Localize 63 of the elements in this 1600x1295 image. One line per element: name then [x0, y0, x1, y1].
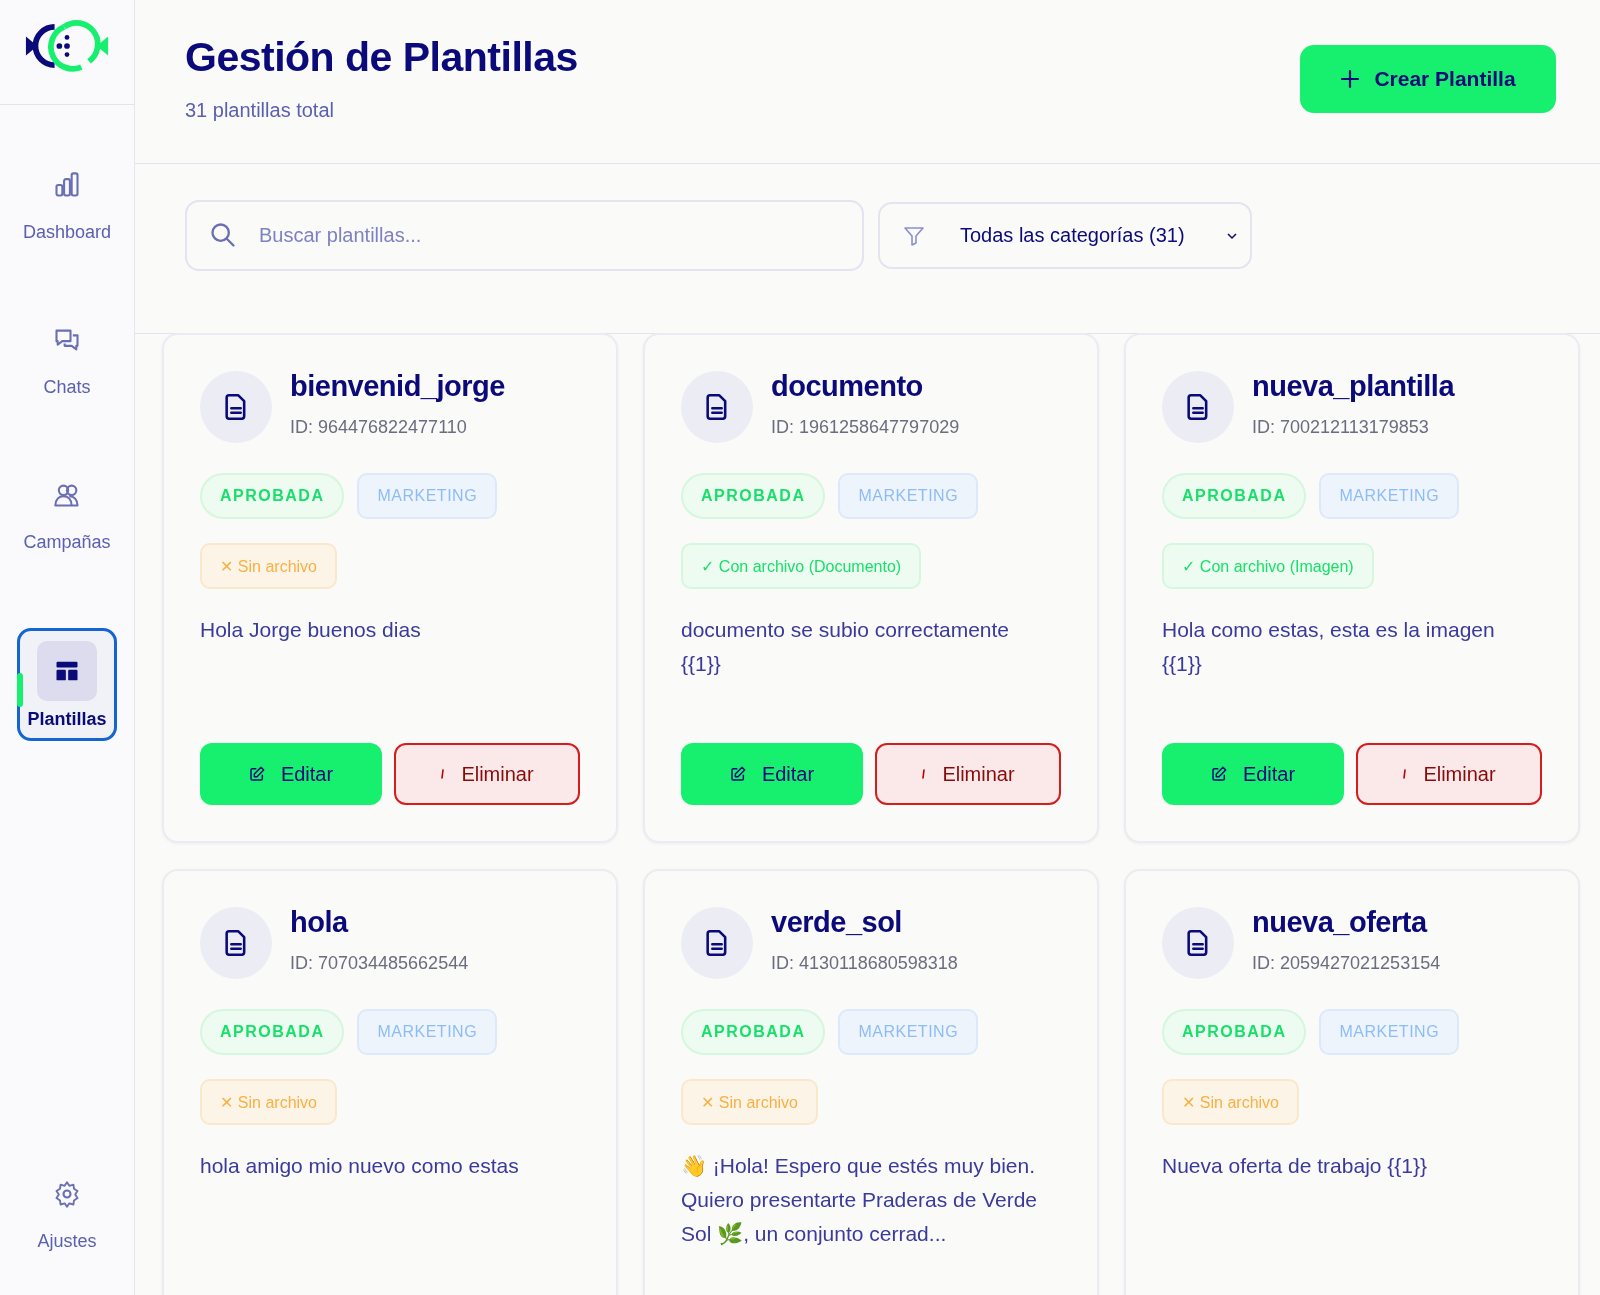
nav-item[interactable]: Dashboard — [17, 163, 117, 250]
template-id: ID: 4130118680598318 — [771, 953, 958, 974]
bar-chart-icon — [53, 171, 81, 199]
page-title: Gestión de Plantillas — [185, 34, 578, 81]
category-badge: MARKETING — [357, 1009, 498, 1055]
edit-icon — [1210, 766, 1227, 782]
file-status-badge: ✕ Sin archivo — [200, 1079, 337, 1125]
template-name: documento — [771, 370, 924, 403]
file-status-badge: ✓ Con archivo (Imagen) — [1162, 543, 1374, 589]
category-badge: MARKETING — [838, 473, 979, 519]
category-badge: MARKETING — [838, 1009, 979, 1055]
edit-icon — [248, 766, 265, 782]
stroke-icon — [440, 768, 446, 780]
template-id: ID: 2059427021253154 — [1252, 953, 1441, 974]
template-name: nueva_plantilla — [1252, 370, 1454, 403]
category-badge: MARKETING — [1319, 473, 1460, 519]
search-icon — [209, 221, 237, 249]
status-badge: APROBADA — [681, 1009, 826, 1055]
stroke-icon — [921, 768, 927, 780]
status-badge: APROBADA — [200, 473, 345, 519]
create-template-button[interactable]: Crear Plantilla — [1300, 45, 1556, 113]
nav-item[interactable]: Plantillas — [17, 628, 117, 741]
template-message: Hola Jorge buenos dias — [200, 617, 422, 643]
nav-item[interactable]: Chats — [17, 318, 117, 405]
template-name: nueva_oferta — [1252, 906, 1429, 939]
template-message: Nueva oferta de trabajo {{1}} — [1162, 1153, 1429, 1179]
delete-button[interactable]: Eliminar — [875, 743, 1061, 805]
stroke-icon — [1402, 768, 1408, 780]
delete-button[interactable]: Eliminar — [394, 743, 580, 805]
template-name: bienvenid_jorge — [290, 370, 505, 403]
search-field[interactable]: Buscar plantillas... — [185, 200, 864, 271]
template-id: ID: 707034485662544 — [290, 953, 469, 974]
category-badge: MARKETING — [1319, 1009, 1460, 1055]
nav-item[interactable]: Ajustes — [17, 1172, 117, 1259]
settings-icon — [53, 1180, 81, 1208]
edit-button[interactable]: Editar — [200, 743, 382, 805]
template-id: ID: 964476822477110 — [290, 417, 468, 438]
template-name: verde_sol — [771, 906, 903, 939]
file-status-badge: ✕ Sin archivo — [1162, 1079, 1299, 1125]
template-id: ID: 1961258647797029 — [771, 417, 960, 438]
logo-icon — [24, 19, 110, 73]
category-dropdown[interactable]: Todas las categorías (31) — [878, 202, 1252, 269]
template-message: 👋 ¡Hola! Espero que estés muy bien. Quiero presentarte Praderas de Verde Sol 🌿, un conjunto cerrad... — [681, 1153, 1039, 1247]
edit-button[interactable]: Editar — [1162, 743, 1344, 805]
template-message: hola amigo mio nuevo como estas — [200, 1153, 520, 1179]
template-message: Hola como estas, esta es la imagen {{1}} — [1162, 617, 1496, 677]
status-badge: APROBADA — [681, 473, 826, 519]
template-count: 31 plantillas total — [185, 99, 335, 122]
template-message: documento se subio correctamente {{1}} — [681, 617, 1010, 677]
edit-icon — [729, 766, 746, 782]
file-status-badge: ✓ Con archivo (Documento) — [681, 543, 922, 589]
file-status-badge: ✕ Sin archivo — [200, 543, 337, 589]
delete-button[interactable]: Eliminar — [1356, 743, 1542, 805]
status-badge: APROBADA — [200, 1009, 345, 1055]
edit-button[interactable]: Editar — [681, 743, 863, 805]
template-id: ID: 700212113179853 — [1252, 417, 1430, 438]
status-badge: APROBADA — [1162, 1009, 1307, 1055]
file-status-badge: ✕ Sin archivo — [681, 1079, 818, 1125]
nav-item[interactable]: Campañas — [17, 473, 117, 560]
status-badge: APROBADA — [1162, 473, 1307, 519]
category-badge: MARKETING — [357, 473, 498, 519]
plus-icon — [1340, 69, 1361, 89]
template-name: hola — [290, 906, 350, 939]
